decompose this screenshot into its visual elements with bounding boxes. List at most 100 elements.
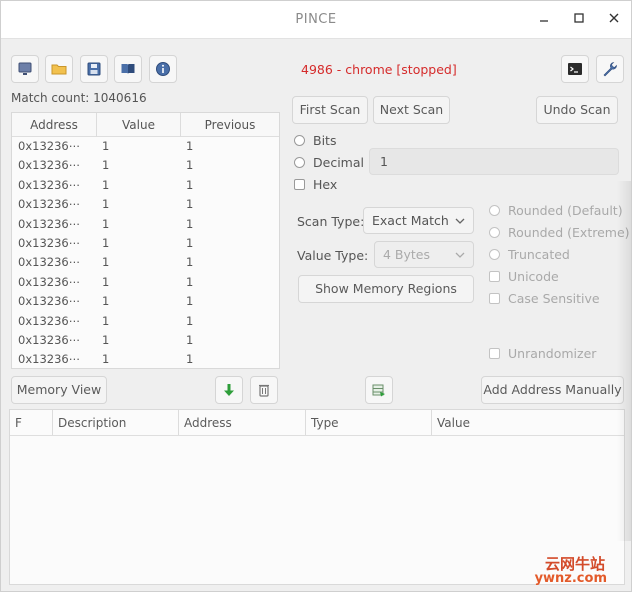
save-file-button[interactable] — [80, 55, 108, 83]
row-value: 1 — [102, 294, 110, 309]
row-value: 1 — [102, 332, 110, 347]
case-sensitive-checkbox[interactable]: Case Sensitive — [489, 291, 600, 306]
table-row[interactable]: 0x13236⋯ 1 1 — [12, 195, 279, 214]
table-row[interactable]: 0x13236⋯ 1 1 — [12, 156, 279, 175]
first-scan-button[interactable]: First Scan — [292, 96, 368, 124]
table-row[interactable]: 0x13236⋯ 1 1 — [12, 350, 279, 368]
memory-view-button[interactable]: Memory View — [11, 376, 107, 404]
open-guide-button[interactable] — [114, 55, 142, 83]
table-row[interactable]: 0x13236⋯ 1 1 — [12, 176, 279, 195]
hex-checkbox[interactable]: Hex — [294, 177, 337, 192]
row-value: 1 — [102, 352, 110, 367]
arrow-down-icon — [224, 384, 234, 396]
row-address: 0x13236⋯ — [18, 158, 81, 173]
open-file-button[interactable] — [45, 55, 73, 83]
settings-button[interactable] — [596, 55, 624, 83]
value-type-select[interactable]: 4 Bytes — [374, 241, 474, 268]
terminal-icon — [568, 63, 582, 75]
table-row[interactable]: 0x13236⋯ 1 1 — [12, 292, 279, 311]
truncated-label: Truncated — [508, 247, 570, 262]
value-type-label: Value Type: — [297, 248, 369, 263]
scan-type-label: Scan Type: — [297, 214, 365, 229]
decimal-radio[interactable]: Decimal — [294, 155, 364, 170]
add-selected-to-list-button[interactable] — [215, 376, 243, 404]
checkbox-indicator — [489, 293, 500, 304]
trash-icon — [259, 384, 269, 397]
row-address: 0x13236⋯ — [18, 274, 81, 289]
rounded-extreme-label: Rounded (Extreme) — [508, 225, 630, 240]
column-header-previous[interactable]: Previous — [180, 113, 279, 137]
column-header-value[interactable]: Value — [96, 113, 180, 137]
row-previous: 1 — [186, 158, 194, 173]
row-previous: 1 — [186, 313, 194, 328]
row-value: 1 — [102, 139, 110, 153]
checkbox-indicator — [489, 348, 500, 359]
row-previous: 1 — [186, 332, 194, 347]
rounded-extreme-radio[interactable]: Rounded (Extreme) — [489, 225, 630, 240]
bits-radio[interactable]: Bits — [294, 133, 336, 148]
attach-process-button[interactable] — [11, 55, 39, 83]
pince-window: PINCE 4986 - chrome [stopped] Match coun… — [0, 0, 632, 592]
row-address: 0x13236⋯ — [18, 197, 81, 212]
row-address: 0x13236⋯ — [18, 216, 81, 231]
row-address: 0x13236⋯ — [18, 177, 81, 192]
row-previous: 1 — [186, 197, 194, 212]
maximize-button[interactable] — [568, 9, 590, 31]
chevron-down-icon — [455, 218, 465, 224]
column-header-type[interactable]: Type — [305, 410, 431, 435]
hex-label: Hex — [313, 177, 338, 192]
add-address-manually-button[interactable]: Add Address Manually — [481, 376, 624, 404]
delete-button[interactable] — [250, 376, 278, 404]
row-address: 0x13236⋯ — [18, 332, 81, 347]
row-previous: 1 — [186, 177, 194, 192]
rounded-default-radio[interactable]: Rounded (Default) — [489, 203, 623, 218]
scan-results-table[interactable]: Address Value Previous 0x13236⋯ 1 1 0x13236… — [11, 112, 280, 369]
column-header-value[interactable]: Value — [431, 410, 624, 435]
row-value: 1 — [102, 274, 110, 289]
unrandomizer-checkbox[interactable]: Unrandomizer — [489, 346, 596, 361]
scan-type-select[interactable]: Exact Match — [363, 207, 474, 234]
checkbox-indicator — [294, 179, 305, 190]
scan-type-value: Exact Match — [372, 213, 449, 228]
table-refresh-icon — [372, 384, 385, 397]
table-row[interactable]: 0x13236⋯ 1 1 — [12, 215, 279, 234]
show-memory-regions-button[interactable]: Show Memory Regions — [298, 275, 474, 303]
book-icon — [121, 64, 135, 74]
unicode-checkbox[interactable]: Unicode — [489, 269, 559, 284]
minimize-button[interactable] — [533, 9, 555, 31]
table-row[interactable]: 0x13236⋯ 1 1 — [12, 312, 279, 331]
table-row[interactable]: 0x13236⋯ 1 1 — [12, 253, 279, 272]
title-bar: PINCE — [1, 1, 631, 39]
address-list-table[interactable]: F Description Address Type Value — [9, 409, 625, 585]
refresh-table-button[interactable] — [365, 376, 393, 404]
table-row[interactable]: 0x13236⋯ 1 1 — [12, 234, 279, 253]
row-address: 0x13236⋯ — [18, 139, 81, 153]
chevron-down-icon — [455, 252, 465, 258]
column-header-description[interactable]: Description — [52, 410, 178, 435]
console-button[interactable] — [561, 55, 589, 83]
watermark-url: ywnz.com — [534, 571, 607, 586]
table-row[interactable]: 0x13236⋯ 1 1 — [12, 331, 279, 350]
row-value: 1 — [102, 197, 110, 212]
unrandomizer-label: Unrandomizer — [508, 346, 597, 361]
row-value: 1 — [102, 313, 110, 328]
case-sensitive-label: Case Sensitive — [508, 291, 600, 306]
about-button[interactable] — [149, 55, 177, 83]
next-scan-button[interactable]: Next Scan — [373, 96, 450, 124]
maximize-icon — [574, 13, 584, 23]
undo-scan-button[interactable]: Undo Scan — [536, 96, 618, 124]
row-address: 0x13236⋯ — [18, 235, 81, 250]
scan-value-input[interactable]: 1 — [369, 148, 619, 175]
process-status: 4986 - chrome [stopped] — [301, 62, 457, 77]
column-header-freeze[interactable]: F — [10, 410, 52, 435]
truncated-radio[interactable]: Truncated — [489, 247, 570, 262]
table-row[interactable]: 0x13236⋯ 1 1 — [12, 137, 279, 156]
row-previous: 1 — [186, 274, 194, 289]
table-row[interactable]: 0x13236⋯ 1 1 — [12, 273, 279, 292]
close-button[interactable] — [603, 9, 625, 31]
row-previous: 1 — [186, 139, 194, 153]
row-address: 0x13236⋯ — [18, 313, 81, 328]
column-header-address[interactable]: Address — [12, 113, 96, 137]
save-icon — [87, 62, 101, 76]
column-header-address[interactable]: Address — [178, 410, 305, 435]
